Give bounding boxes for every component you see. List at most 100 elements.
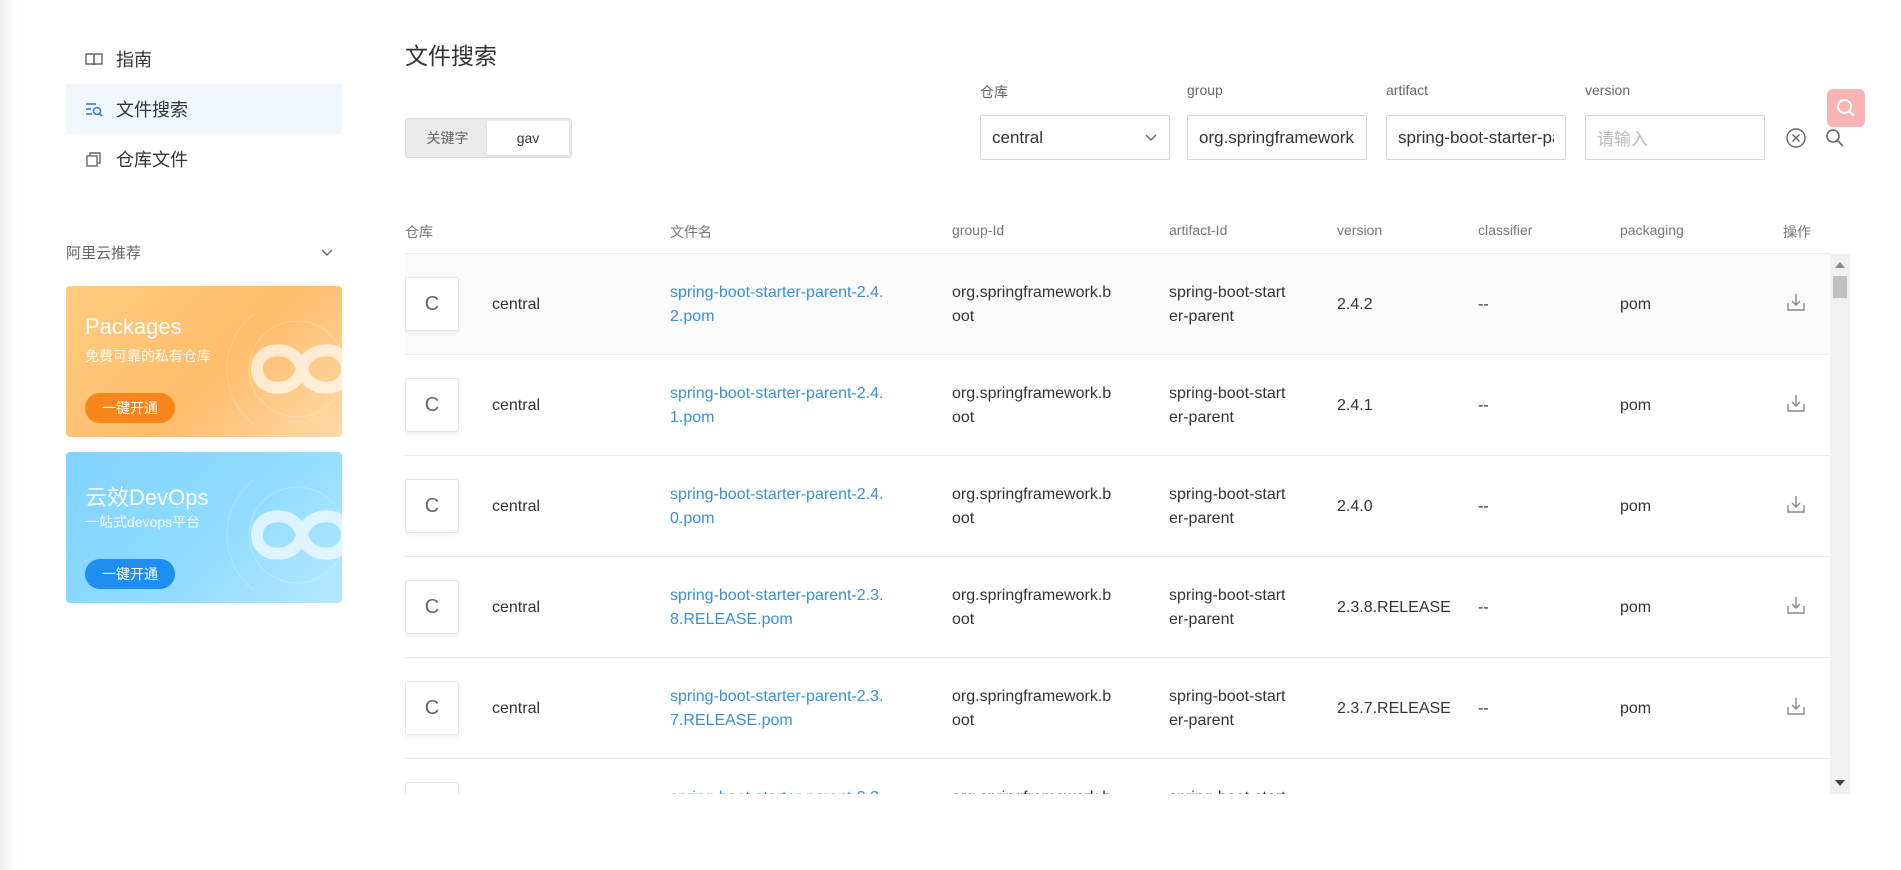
scroll-thumb[interactable] xyxy=(1833,276,1847,298)
recommend-header[interactable]: 阿里云推荐 xyxy=(66,242,342,263)
card-title: 云效DevOps xyxy=(85,485,209,510)
table-row[interactable]: Ccentral spring-boot-starter-parent-2.3. 7… xyxy=(405,658,1830,759)
group-id-cell: org.springframework.b xyxy=(952,385,1112,402)
sidebar-item-file-search[interactable]: 文件搜索 xyxy=(66,84,342,134)
version-cell: 2.4.2 xyxy=(1337,296,1373,313)
group-id-cell: org.springframework.b xyxy=(952,688,1112,705)
sidebar-item-repo-files[interactable]: 仓库文件 xyxy=(66,134,342,184)
artifact-id-cell: er-parent xyxy=(1169,409,1234,426)
artifact-id-cell: spring-boot-start xyxy=(1169,385,1286,402)
version-input-placeholder: 请输入 xyxy=(1597,130,1648,149)
file-name-link[interactable]: spring-boot-starter-parent-2.4. xyxy=(670,382,883,406)
table-scrollbar[interactable] xyxy=(1830,254,1850,794)
table-row[interactable]: Ccentral spring-boot-starter-parent-2.4. 2… xyxy=(405,254,1830,355)
artifact-id-cell: er-parent xyxy=(1169,611,1234,628)
file-name-link[interactable]: 8.RELEASE.pom xyxy=(670,608,793,632)
clear-icon[interactable] xyxy=(1785,127,1807,149)
version-cell: 2.4.0 xyxy=(1337,498,1373,515)
repo-badge: C xyxy=(405,681,459,735)
activate-devops-button[interactable]: 一键开通 xyxy=(85,559,175,589)
repo-badge: C xyxy=(405,378,459,432)
file-name-link[interactable]: spring-boot-starter-parent-2.4. xyxy=(670,483,883,507)
repo-cell: central xyxy=(492,296,541,313)
repo-cell: central xyxy=(492,599,541,616)
scroll-down-arrow[interactable] xyxy=(1835,780,1845,786)
version-cell: 2.4.1 xyxy=(1337,397,1373,414)
sidebar-item-guide[interactable]: 指南 xyxy=(66,34,342,84)
file-name-link[interactable]: spring-boot-starter-parent-2.3. xyxy=(670,685,883,709)
artifact-id-cell: spring-boot-start xyxy=(1169,786,1286,794)
chevron-down-icon xyxy=(321,249,333,256)
repo-cell: central xyxy=(492,700,541,717)
results-table-header: 仓库 文件名 group-Id artifact-Id version clas… xyxy=(405,210,1830,254)
repo-label: 仓库 xyxy=(980,84,1008,100)
chevron-down-icon xyxy=(1145,134,1157,141)
page-title: 文件搜索 xyxy=(405,43,497,69)
download-icon[interactable] xyxy=(1785,392,1807,414)
file-name-link[interactable]: 0.pom xyxy=(670,507,714,531)
file-name-link[interactable]: 1.pom xyxy=(670,406,714,430)
column-header: 仓库 xyxy=(405,224,433,240)
table-row[interactable]: Ccentral spring-boot-starter-parent-2.4. 0… xyxy=(405,456,1830,557)
classifier-cell: -- xyxy=(1478,700,1489,717)
floating-search-button[interactable] xyxy=(1827,89,1865,127)
download-icon[interactable] xyxy=(1785,594,1807,616)
sidebar-item-label: 指南 xyxy=(116,50,152,70)
version-cell: 2.3.8.RELEASE xyxy=(1337,599,1451,616)
group-id-cell: oot xyxy=(952,611,975,628)
window-edge xyxy=(0,0,18,870)
artifact-input-value: spring-boot-starter-parent xyxy=(1398,127,1554,147)
artifact-input[interactable]: spring-boot-starter-parent xyxy=(1386,115,1566,160)
file-name-link[interactable]: spring-boot-starter-parent-2.3. xyxy=(670,584,883,608)
repo-select[interactable]: central xyxy=(980,115,1170,160)
artifact-id-cell: spring-boot-start xyxy=(1169,688,1286,705)
sidebar-item-label: 文件搜索 xyxy=(116,100,188,120)
repo-cell: central xyxy=(492,397,541,414)
group-id-cell: org.springframework.b xyxy=(952,284,1112,301)
main-content: 文件搜索 关键字 gav 仓库 central group org.spring… xyxy=(405,0,1865,870)
group-input[interactable]: org.springframework.boot xyxy=(1187,115,1367,160)
activate-packages-button[interactable]: 一键开通 xyxy=(85,393,175,423)
artifact-id-cell: spring-boot-start xyxy=(1169,587,1286,604)
file-name-link[interactable]: spring-boot-starter-parent-2.3. xyxy=(670,786,883,794)
infinity-decoration-icon xyxy=(226,314,342,424)
devops-card[interactable]: 云效DevOps 一站式devops平台 一键开通 xyxy=(66,452,342,603)
file-name-link[interactable]: 2.pom xyxy=(670,305,714,329)
table-row[interactable]: Ccentralspring-boot-starter-parent-2.3.o… xyxy=(405,759,1830,794)
classifier-cell: -- xyxy=(1478,498,1489,515)
group-id-cell: oot xyxy=(952,409,975,426)
artifact-id-cell: er-parent xyxy=(1169,510,1234,527)
column-header: packaging xyxy=(1620,222,1684,238)
file-name-link[interactable]: spring-boot-starter-parent-2.4. xyxy=(670,281,883,305)
card-subtitle: 免费可靠的私有仓库 xyxy=(85,348,211,364)
search-icon[interactable] xyxy=(1824,127,1846,149)
version-cell: 2.3.7.RELEASE xyxy=(1337,700,1451,717)
version-input[interactable]: 请输入 xyxy=(1585,115,1765,160)
sidebar-nav: 指南 文件搜索 仓库文件 xyxy=(66,34,342,184)
download-icon[interactable] xyxy=(1785,695,1807,717)
download-icon[interactable] xyxy=(1785,291,1807,313)
mode-gav-option[interactable]: gav xyxy=(487,121,569,155)
mode-keyword-option[interactable]: 关键字 xyxy=(408,121,487,155)
table-row[interactable]: Ccentral spring-boot-starter-parent-2.4. 1… xyxy=(405,355,1830,456)
infinity-decoration-icon xyxy=(226,480,342,590)
artifact-id-cell: spring-boot-start xyxy=(1169,284,1286,301)
column-header: artifact-Id xyxy=(1169,222,1228,238)
classifier-cell: -- xyxy=(1478,599,1489,616)
version-label: version xyxy=(1585,82,1631,98)
group-id-cell: oot xyxy=(952,308,975,325)
packaging-cell: pom xyxy=(1620,700,1652,717)
artifact-label: artifact xyxy=(1386,82,1429,98)
copy-icon xyxy=(84,149,104,169)
book-icon xyxy=(84,49,104,69)
repo-cell: central xyxy=(492,498,541,515)
column-header: classifier xyxy=(1478,222,1533,238)
sidebar-item-label: 仓库文件 xyxy=(116,150,188,170)
file-name-link[interactable]: 7.RELEASE.pom xyxy=(670,709,793,733)
column-header: 操作 xyxy=(1783,224,1811,240)
table-row[interactable]: Ccentral spring-boot-starter-parent-2.3. 8… xyxy=(405,557,1830,658)
scroll-up-arrow[interactable] xyxy=(1835,262,1845,268)
packages-card[interactable]: Packages 免费可靠的私有仓库 一键开通 xyxy=(66,286,342,437)
classifier-cell: -- xyxy=(1478,296,1489,313)
download-icon[interactable] xyxy=(1785,493,1807,515)
